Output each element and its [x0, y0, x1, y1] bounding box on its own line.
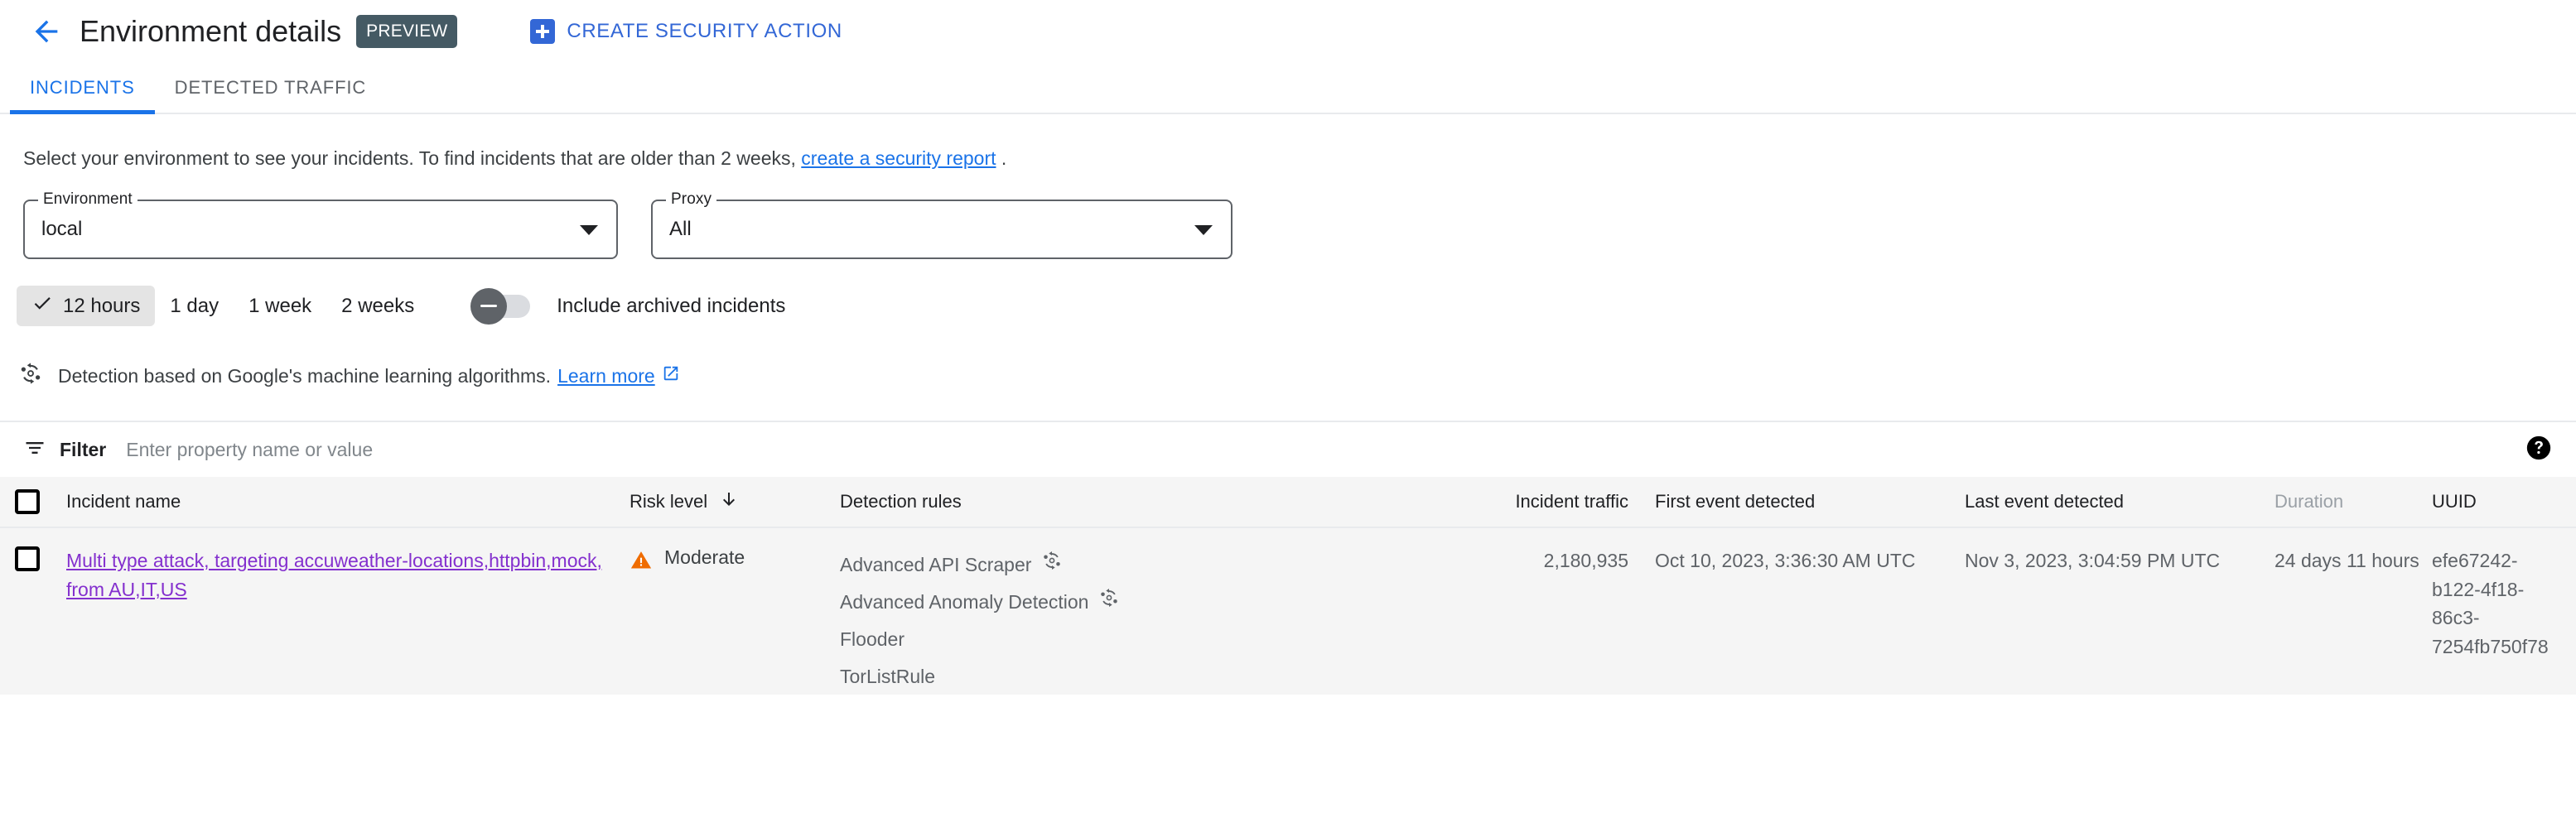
incident-name-link[interactable]: Multi type attack, targeting accuweather…	[66, 550, 602, 600]
proxy-select-value: All	[669, 218, 692, 240]
range-button-1-day[interactable]: 1 day	[155, 288, 234, 325]
uuid-cell: efe67242-b122-4f18-86c3-7254fb750f78	[2432, 546, 2573, 661]
range-button-2-weeks[interactable]: 2 weeks	[326, 288, 429, 325]
table-header-row: Incident name Risk level Detection rules…	[0, 477, 2576, 528]
last-event-value: Nov 3, 2023, 3:04:59 PM UTC	[1965, 550, 2221, 571]
detection-rule-name: Flooder	[840, 628, 904, 650]
filter-label: Filter	[60, 438, 107, 460]
filter-icon	[23, 436, 46, 464]
last-event-cell: Nov 3, 2023, 3:04:59 PM UTC	[1965, 546, 2275, 575]
intro-text: Select your environment to see your inci…	[0, 114, 2576, 170]
chevron-down-icon	[580, 225, 598, 235]
toggle-switch-knob	[470, 287, 508, 325]
column-header-duration[interactable]: Duration	[2275, 491, 2432, 512]
column-header-incident-traffic[interactable]: Incident traffic	[1382, 491, 1655, 512]
tab-incidents[interactable]: INCIDENTS	[10, 63, 155, 114]
column-header-detection-rules[interactable]: Detection rules	[840, 491, 1382, 512]
environment-select-label: Environment	[38, 190, 137, 209]
detection-rules-cell: Advanced API Scraper Advanced Anomaly De…	[840, 546, 1382, 695]
first-event-cell: Oct 10, 2023, 3:36:30 AM UTC	[1655, 546, 1965, 575]
toggle-switch-track[interactable]	[470, 287, 531, 325]
select-all-cell	[0, 489, 66, 514]
duration-value: 24 days 11 hours	[2275, 550, 2419, 571]
row-checkbox[interactable]	[15, 546, 40, 571]
learn-more-link[interactable]: Learn more	[557, 365, 655, 387]
create-security-action-label: CREATE SECURITY ACTION	[567, 20, 842, 42]
detection-rule-item: TorListRule	[840, 658, 1370, 695]
range-button-12-hours[interactable]: 12 hours	[17, 286, 156, 326]
include-archived-toggle[interactable]: Include archived incidents	[470, 287, 786, 325]
ml-detection-icon	[18, 361, 43, 391]
column-header-uuid[interactable]: UUID	[2432, 491, 2573, 512]
check-icon	[31, 292, 53, 320]
filter-input[interactable]	[124, 437, 705, 462]
range-button-1-week[interactable]: 1 week	[234, 288, 326, 325]
arrow-back-icon	[30, 15, 63, 48]
proxy-select[interactable]: Proxy All	[651, 190, 1233, 259]
ml-detection-icon	[1041, 546, 1063, 584]
column-header-first-event[interactable]: First event detected	[1655, 491, 1965, 512]
first-event-value: Oct 10, 2023, 3:36:30 AM UTC	[1655, 550, 1916, 571]
duration-cell: 24 days 11 hours	[2275, 546, 2432, 575]
range-button-12-hours-label: 12 hours	[63, 294, 141, 317]
column-header-incident-name[interactable]: Incident name	[66, 491, 630, 512]
tab-detected-traffic-label: DETECTED TRAFFIC	[174, 77, 367, 98]
filter-bar: Filter	[0, 421, 2576, 477]
incidents-table: Incident name Risk level Detection rules…	[0, 477, 2576, 695]
ml-detection-notice: Detection based on Google's machine lear…	[0, 326, 2576, 391]
row-select-cell	[0, 546, 66, 571]
detection-rule-name: TorListRule	[840, 665, 936, 687]
ml-detection-icon	[1098, 584, 1120, 621]
proxy-select-label: Proxy	[666, 190, 717, 209]
environment-select-value: local	[41, 218, 83, 240]
risk-level-cell: Moderate	[630, 546, 840, 576]
ml-notice-text: Detection based on Google's machine lear…	[58, 364, 552, 387]
tab-incidents-label: INCIDENTS	[30, 77, 135, 98]
column-header-risk-level[interactable]: Risk level	[630, 489, 840, 514]
time-range-row: 12 hours 1 day 1 week 2 weeks Include ar…	[0, 259, 2576, 326]
filter-left-group: Filter	[23, 436, 2525, 464]
incident-name-cell: Multi type attack, targeting accuweather…	[66, 546, 630, 604]
add-box-icon	[530, 19, 556, 44]
intro-text-after: .	[1001, 147, 1007, 169]
page-title: Environment details	[80, 14, 342, 48]
range-button-1-week-label: 1 week	[248, 294, 312, 317]
filter-selects: Environment local Proxy All	[0, 170, 2576, 259]
range-button-2-weeks-label: 2 weeks	[341, 294, 415, 317]
chevron-down-icon	[1194, 225, 1213, 235]
risk-level-value: Moderate	[664, 546, 745, 568]
warning-triangle-icon	[630, 548, 653, 576]
environment-select[interactable]: Environment local	[23, 190, 618, 259]
tab-bar: INCIDENTS DETECTED TRAFFIC	[0, 63, 2576, 114]
help-icon[interactable]	[2525, 434, 2553, 466]
arrow-downward-icon	[719, 489, 739, 514]
select-all-checkbox[interactable]	[15, 489, 40, 514]
page-header: Environment details PREVIEW CREATE SECUR…	[0, 0, 2576, 63]
include-archived-label: Include archived incidents	[557, 294, 786, 317]
preview-badge: PREVIEW	[356, 15, 458, 48]
detection-rule-item: Advanced API Scraper	[840, 546, 1370, 584]
back-button[interactable]	[23, 8, 70, 55]
detection-rule-item: Advanced Anomaly Detection	[840, 584, 1370, 621]
intro-text-before: Select your environment to see your inci…	[23, 147, 796, 169]
detection-rule-name: Advanced Anomaly Detection	[840, 590, 1089, 613]
uuid-value: efe67242-b122-4f18-86c3-7254fb750f78	[2432, 550, 2549, 657]
detection-rule-name: Advanced API Scraper	[840, 554, 1032, 575]
column-header-last-event[interactable]: Last event detected	[1965, 491, 2275, 512]
tab-detected-traffic[interactable]: DETECTED TRAFFIC	[155, 63, 387, 113]
open-in-new-icon	[662, 364, 680, 387]
incident-traffic-value: 2,180,935	[1543, 550, 1628, 571]
column-header-risk-level-label: Risk level	[630, 491, 708, 512]
table-row[interactable]: Multi type attack, targeting accuweather…	[0, 528, 2576, 695]
detection-rule-item: Flooder	[840, 621, 1370, 658]
create-security-action-button[interactable]: CREATE SECURITY ACTION	[530, 19, 842, 44]
range-button-1-day-label: 1 day	[170, 294, 219, 317]
incident-traffic-cell: 2,180,935	[1382, 546, 1655, 575]
create-security-report-link[interactable]: create a security report	[801, 147, 996, 169]
